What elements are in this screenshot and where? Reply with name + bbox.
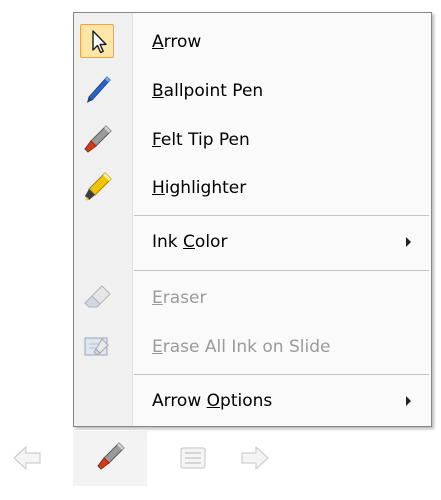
slide-menu-button[interactable] bbox=[176, 441, 210, 475]
menu-item-erase-all-ink[interactable]: Erase All Ink on Slide bbox=[76, 326, 429, 368]
menu-item-arrow[interactable]: Arrow bbox=[76, 21, 429, 63]
felt-tip-pen-icon bbox=[80, 122, 114, 156]
pen-button[interactable] bbox=[73, 430, 147, 486]
menu-item-ink-color[interactable]: Ink Color bbox=[76, 221, 429, 263]
menu-separator bbox=[134, 374, 429, 375]
menu-lines-icon bbox=[180, 447, 206, 469]
menu-item-eraser[interactable]: Eraser bbox=[76, 277, 429, 319]
erase-all-ink-icon bbox=[80, 329, 114, 363]
menu-separator bbox=[134, 270, 429, 271]
highlighter-icon bbox=[80, 170, 114, 204]
menu-separator bbox=[134, 215, 429, 216]
menu-item-highlighter[interactable]: Highlighter bbox=[76, 167, 429, 209]
eraser-icon bbox=[80, 280, 114, 314]
submenu-arrow-icon bbox=[406, 396, 411, 406]
menu-item-label: Erase All Ink on Slide bbox=[152, 337, 331, 357]
right-arrow-icon bbox=[241, 446, 269, 470]
menu-item-label: Arrow bbox=[152, 32, 202, 52]
pen-icon bbox=[97, 442, 125, 470]
menu-item-arrow-options[interactable]: Arrow Options bbox=[76, 380, 429, 422]
pen-context-menu: Arrow Ballpoint Pen Felt Tip Pen Highlig… bbox=[73, 12, 432, 427]
menu-item-ballpoint-pen[interactable]: Ballpoint Pen bbox=[76, 70, 429, 112]
ballpoint-pen-icon bbox=[80, 73, 114, 107]
submenu-arrow-icon bbox=[406, 237, 411, 247]
menu-item-label: Ink Color bbox=[152, 232, 228, 252]
menu-item-label: Eraser bbox=[152, 288, 207, 308]
menu-item-label: Felt Tip Pen bbox=[152, 130, 250, 150]
left-arrow-icon bbox=[13, 446, 41, 470]
menu-item-label: Arrow Options bbox=[152, 391, 273, 411]
next-slide-button[interactable] bbox=[238, 441, 272, 475]
menu-item-felt-tip-pen[interactable]: Felt Tip Pen bbox=[76, 119, 429, 161]
menu-item-label: Ballpoint Pen bbox=[152, 81, 264, 101]
menu-item-label: Highlighter bbox=[152, 178, 247, 198]
arrow-cursor-icon bbox=[80, 24, 114, 58]
previous-slide-button[interactable] bbox=[10, 441, 44, 475]
